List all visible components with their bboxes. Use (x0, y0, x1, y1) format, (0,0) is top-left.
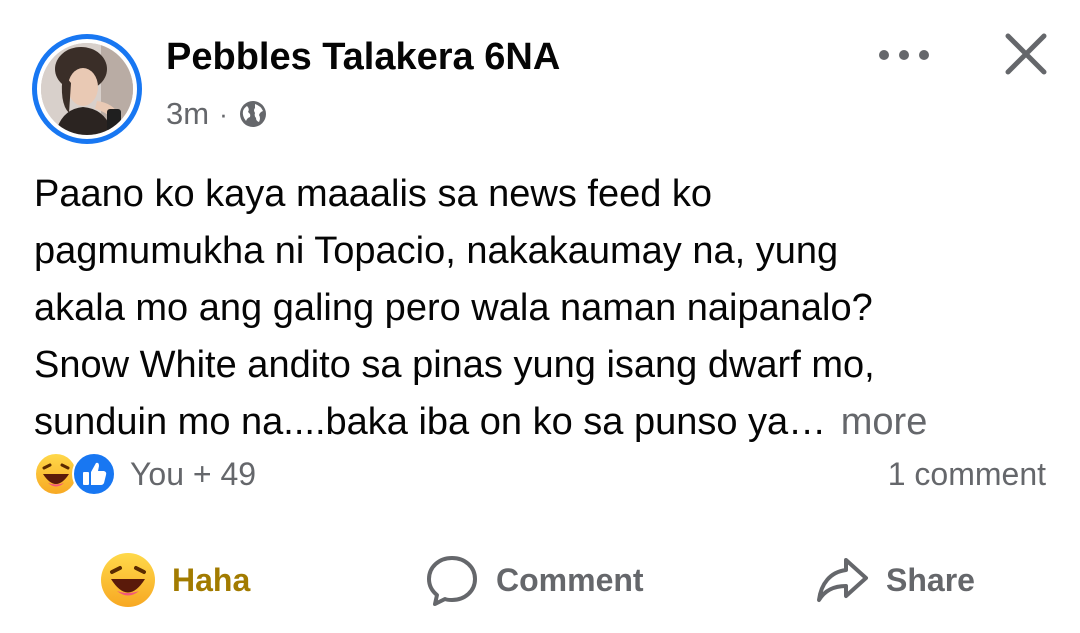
comment-icon (427, 556, 477, 606)
avatar (41, 43, 133, 135)
post-text: Paano ko kaya maaalis sa news feed ko pa… (34, 166, 1044, 451)
post-text-line: akala mo ang galing pero wala naman naip… (34, 287, 873, 329)
like-icon (72, 452, 116, 496)
post-text-line: Snow White andito sa pinas yung isang dw… (34, 344, 875, 386)
more-options-icon[interactable] (876, 40, 932, 70)
share-button[interactable]: Share (814, 540, 975, 620)
reaction-count: You + 49 (130, 455, 257, 492)
comment-count[interactable]: 1 comment (888, 456, 1046, 493)
meta-separator: · (219, 98, 228, 129)
post-text-line: sunduin mo na....baka iba on ko sa punso… (34, 394, 1044, 451)
post-card: Pebbles Talakera 6NA 3m · Paano ko kaya … (0, 0, 1080, 633)
post-time[interactable]: 3m (166, 96, 209, 132)
comment-label: Comment (496, 561, 644, 598)
post-text-line: pagmumukha ni Topacio, nakakaumay na, yu… (34, 230, 839, 272)
share-label: Share (886, 561, 975, 598)
author-name[interactable]: Pebbles Talakera 6NA (166, 36, 560, 79)
post-text-line-content: sunduin mo na....baka iba on ko sa punso… (34, 401, 827, 443)
action-bar: Haha Comment Share (0, 540, 1080, 620)
post-text-line: Paano ko kaya maaalis sa news feed ko (34, 173, 713, 215)
haha-label: Haha (172, 561, 251, 598)
see-more-link[interactable]: more (841, 401, 928, 443)
comment-button[interactable]: Comment (424, 540, 644, 620)
close-icon[interactable] (1002, 30, 1050, 78)
haha-emoji-icon (101, 553, 155, 607)
reactions-summary[interactable]: You + 49 (34, 452, 256, 496)
share-icon (817, 558, 868, 602)
post-meta: 3m · (166, 96, 268, 132)
globe-icon[interactable] (238, 99, 268, 129)
author-avatar-story-ring[interactable] (32, 34, 142, 144)
haha-reaction-button[interactable]: Haha (100, 540, 250, 620)
